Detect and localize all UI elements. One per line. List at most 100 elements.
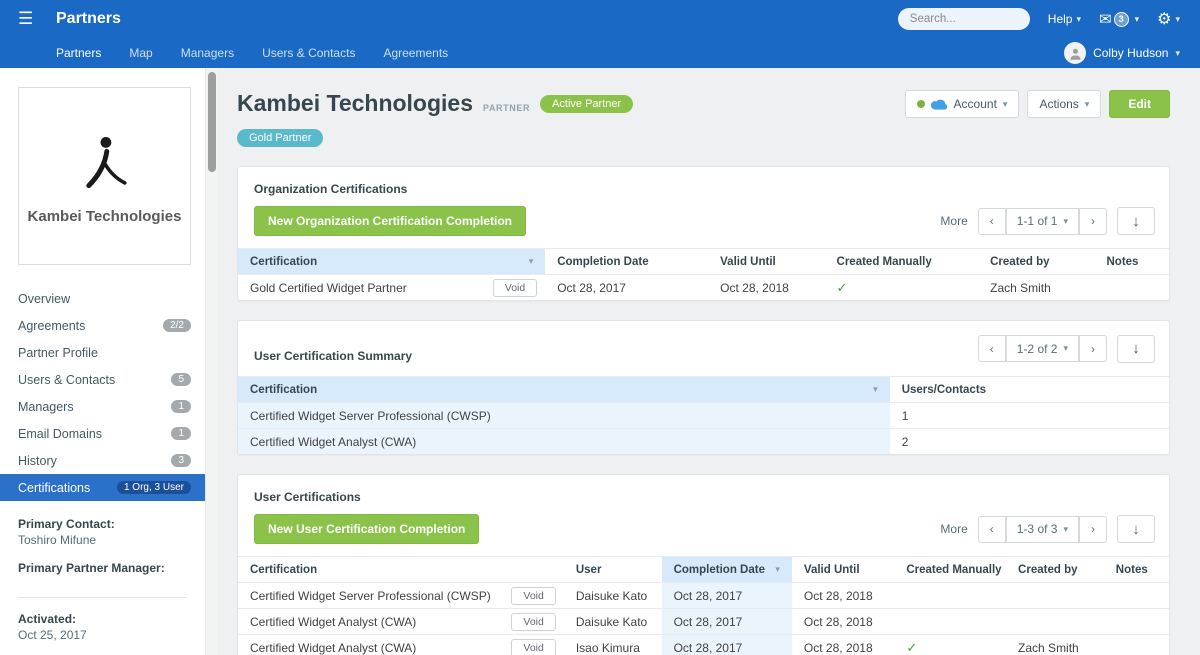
column-header-notes[interactable]: Notes: [1104, 557, 1169, 582]
user-name: Daisuke Kato: [575, 614, 648, 629]
sidebar-item-users-contacts[interactable]: Users & Contacts 5: [0, 366, 205, 393]
column-header-valid-until[interactable]: Valid Until: [708, 249, 824, 274]
column-header-created-by[interactable]: Created by: [978, 249, 1094, 274]
search-input[interactable]: [897, 8, 1030, 30]
void-button[interactable]: Void: [511, 612, 556, 631]
column-header-certification[interactable]: Certification ▾: [238, 249, 546, 274]
help-menu[interactable]: Help ▾: [1048, 12, 1081, 26]
certification-name: Certified Widget Server Professional (CW…: [238, 403, 890, 428]
scrollbar-thumb[interactable]: [208, 72, 216, 172]
created-by: Zach Smith: [990, 280, 1051, 295]
chevron-down-icon: ▾: [1002, 98, 1008, 109]
chevron-left-icon[interactable]: ‹: [977, 515, 1006, 543]
mail-badge: 3: [1113, 11, 1129, 27]
card-title: User Certifications: [254, 490, 361, 504]
column-header-notes[interactable]: Notes: [1095, 249, 1169, 274]
column-header-completion-date[interactable]: Completion Date ▾: [661, 557, 792, 582]
sidebar: Kambei Technologies Overview Agreements …: [0, 68, 205, 655]
column-header-created-manually[interactable]: Created Manually: [825, 249, 979, 274]
logo-figure-icon: [85, 136, 127, 188]
org-certifications-table: Certification ▾ Completion Date Valid Un…: [238, 248, 1169, 300]
column-header-certification[interactable]: Certification: [238, 557, 564, 582]
table-row: Certified Widget Analyst (CWA) Void Dais…: [238, 608, 1169, 634]
void-button[interactable]: Void: [511, 586, 556, 605]
chevron-down-icon: ▾: [1175, 13, 1180, 24]
card-title: Organization Certifications: [254, 182, 408, 196]
sidebar-item-email-domains[interactable]: Email Domains 1: [0, 420, 205, 447]
table-row: Certified Widget Server Professional (CW…: [238, 582, 1169, 608]
chevron-down-icon: ▾: [1134, 13, 1140, 24]
void-button[interactable]: Void: [511, 638, 556, 655]
user-certifications-card: User Certifications New User Certificati…: [237, 474, 1170, 655]
download-button[interactable]: ↓: [1117, 207, 1155, 235]
logo-text: Kambei Technologies: [27, 207, 182, 225]
account-button[interactable]: Account ▾: [904, 90, 1020, 118]
pagination-range-dropdown[interactable]: 1-2 of 2 ▾: [1005, 335, 1079, 362]
created-by: [1006, 609, 1104, 634]
nav-tab-agreements[interactable]: Agreements: [383, 46, 448, 60]
download-icon: ↓: [1132, 520, 1140, 538]
valid-until: Oct 28, 2018: [803, 614, 873, 629]
new-user-certification-button[interactable]: New User Certification Completion: [254, 514, 480, 544]
valid-until: Oct 28, 2018: [803, 588, 873, 603]
sidebar-item-partner-profile[interactable]: Partner Profile: [0, 339, 205, 366]
chevron-right-icon[interactable]: ›: [1079, 515, 1107, 543]
topbar: ☰ Partners Help ▾ ✉ 3 ▾ ⚙ ▾ Partners Map…: [0, 0, 1200, 68]
sidebar-item-agreements[interactable]: Agreements 2/2: [0, 312, 205, 339]
chevron-right-icon[interactable]: ›: [1079, 335, 1107, 362]
column-header-created-manually[interactable]: Created Manually: [894, 557, 1006, 582]
sort-icon: ▾: [873, 384, 878, 394]
pagination: ‹ 1-1 of 1 ▾ ›: [977, 207, 1107, 235]
pagination-range-dropdown[interactable]: 1-1 of 1 ▾: [1005, 207, 1079, 235]
column-header-users-contacts[interactable]: Users/Contacts: [890, 377, 1169, 402]
pagination-range-dropdown[interactable]: 1-3 of 3 ▾: [1005, 515, 1079, 543]
chevron-down-icon: ▾: [1076, 13, 1082, 24]
scrollbar-track[interactable]: [205, 68, 217, 655]
chevron-left-icon[interactable]: ‹: [977, 335, 1006, 362]
mail-icon: ✉: [1099, 11, 1112, 28]
menu-icon[interactable]: ☰: [18, 9, 42, 29]
more-link[interactable]: More: [940, 214, 967, 228]
download-button[interactable]: ↓: [1117, 334, 1155, 363]
new-org-certification-button[interactable]: New Organization Certification Completio…: [254, 206, 527, 236]
chevron-left-icon[interactable]: ‹: [977, 207, 1006, 235]
chevron-right-icon[interactable]: ›: [1079, 207, 1107, 235]
void-button[interactable]: Void: [492, 278, 538, 297]
certification-name: Gold Certified Widget Partner: [250, 280, 407, 295]
settings-menu[interactable]: ⚙ ▾: [1157, 9, 1180, 29]
user-name: Daisuke Kato: [575, 588, 648, 603]
count-badge: 2/2: [163, 319, 191, 332]
count-badge: 1: [171, 400, 191, 413]
download-button[interactable]: ↓: [1117, 515, 1155, 543]
column-header-valid-until[interactable]: Valid Until: [792, 557, 894, 582]
sidebar-item-certifications[interactable]: Certifications 1 Org, 3 User: [0, 474, 205, 501]
certification-name: Certified Widget Analyst (CWA): [238, 429, 890, 454]
nav-tab-users-contacts[interactable]: Users & Contacts: [262, 46, 355, 60]
sidebar-item-overview[interactable]: Overview: [0, 285, 205, 312]
activated-value: Oct 25, 2017: [18, 628, 87, 642]
count-badge: 1 Org, 3 User: [116, 481, 191, 494]
chevron-down-icon: ▾: [1084, 98, 1090, 109]
sidebar-item-history[interactable]: History 3: [0, 447, 205, 474]
count-badge: 3: [171, 454, 191, 467]
table-row: Certified Widget Analyst (CWA) 2: [238, 428, 1169, 454]
column-header-created-by[interactable]: Created by: [1006, 557, 1104, 582]
column-header-certification[interactable]: Certification ▾: [238, 377, 890, 402]
sidebar-item-managers[interactable]: Managers 1: [0, 393, 205, 420]
created-by: [1006, 583, 1104, 608]
primary-manager-label: Primary Partner Manager:: [18, 561, 165, 575]
user-menu[interactable]: Colby Hudson ▾: [1064, 42, 1180, 64]
mail-menu[interactable]: ✉ 3 ▾: [1099, 10, 1139, 28]
certification-name: Certified Widget Analyst (CWA): [250, 614, 417, 629]
chevron-down-icon: ▾: [1063, 343, 1068, 353]
nav-tab-map[interactable]: Map: [129, 46, 152, 60]
notes: [1104, 609, 1169, 634]
nav-tab-partners[interactable]: Partners: [56, 46, 101, 60]
actions-button[interactable]: Actions ▾: [1027, 90, 1102, 118]
edit-button[interactable]: Edit: [1109, 90, 1170, 118]
nav-tab-managers[interactable]: Managers: [181, 46, 234, 60]
table-row: Certified Widget Server Professional (CW…: [238, 402, 1169, 428]
more-link[interactable]: More: [940, 522, 967, 536]
column-header-user[interactable]: User: [564, 557, 662, 582]
column-header-completion-date[interactable]: Completion Date: [545, 249, 708, 274]
